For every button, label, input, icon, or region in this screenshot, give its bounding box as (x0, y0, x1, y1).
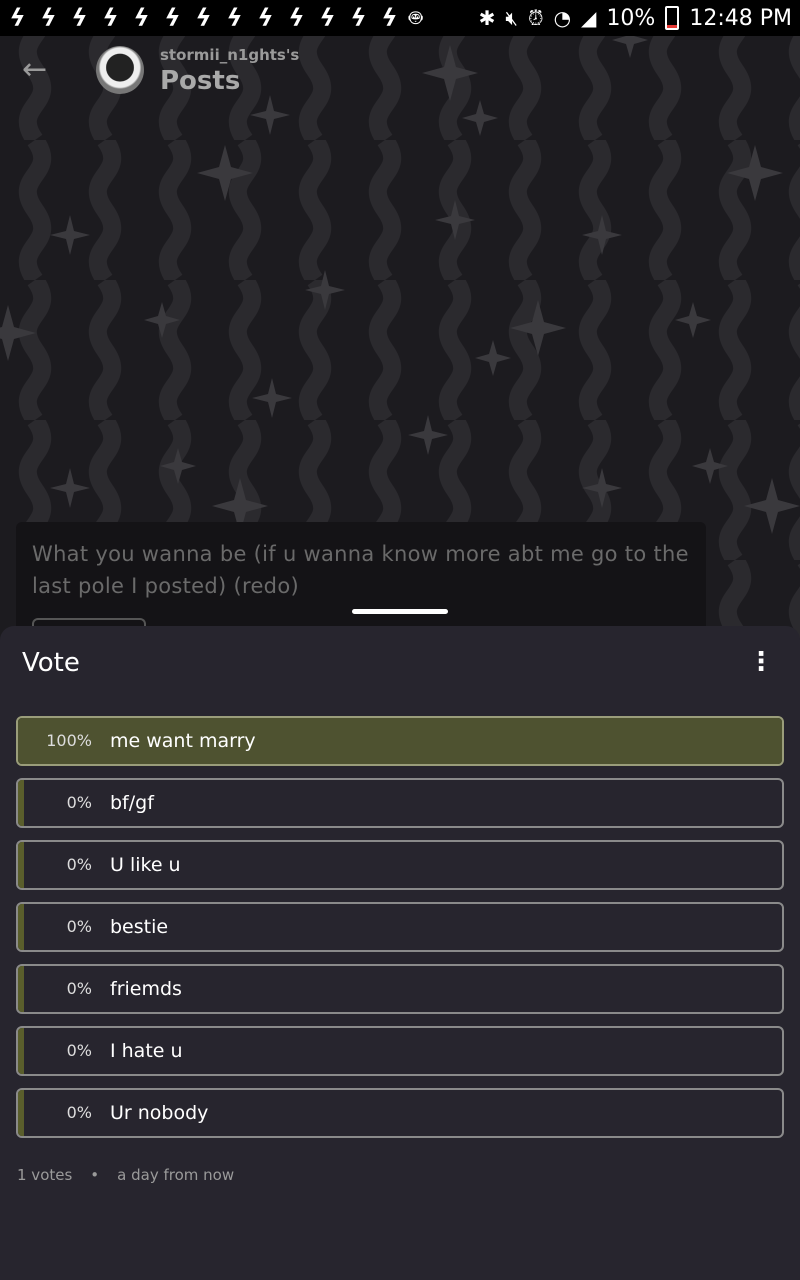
bluetooth-icon: ✱ (478, 6, 496, 30)
back-arrow-icon[interactable]: ← (22, 52, 47, 87)
poll-option[interactable]: 0% Ur nobody (16, 1088, 784, 1138)
app-header: ← stormii_n1ghts's Posts (0, 36, 800, 106)
poll-option[interactable]: 0% bf/gf (16, 778, 784, 828)
bolt-icon: ϟ (164, 4, 181, 32)
system-status: ✱ 🔇︎ ⏰︎ ◔ ◢ 10% 12:48 PM (479, 6, 800, 31)
dot-separator: • (90, 1166, 100, 1184)
bolt-icon: ϟ (288, 4, 305, 32)
poll-option[interactable]: 0% friemds (16, 964, 784, 1014)
status-bar: ϟϟϟϟϟϟϟϟϟϟϟϟϟ 🤖︎ ✱ 🔇︎ ⏰︎ ◔ ◢ 10% 12:48 P… (0, 0, 800, 36)
option-label: U like u (110, 854, 181, 876)
post-card[interactable]: What you wanna be (if u wanna know more … (16, 522, 706, 640)
wifi-icon: ◔ (553, 6, 572, 30)
poll-footer: 1 votes • a day from now (17, 1166, 234, 1184)
bolt-icon: ϟ (381, 4, 398, 32)
avatar[interactable] (96, 46, 144, 94)
bolt-icon: ϟ (9, 4, 26, 32)
bolt-icon: ϟ (319, 4, 336, 32)
more-options-icon[interactable]: ⋮ (748, 649, 774, 675)
option-percent: 0% (66, 979, 92, 998)
post-text: What you wanna be (if u wanna know more … (32, 542, 689, 598)
bolt-icon: ϟ (102, 4, 119, 32)
alarm-icon: ⏰︎ (527, 6, 544, 30)
option-label: me want marry (110, 730, 256, 752)
poll-option[interactable]: 0% I hate u (16, 1026, 784, 1076)
clock: 12:48 PM (689, 5, 792, 31)
bolt-icon: ϟ (71, 4, 88, 32)
option-label: friemds (110, 978, 182, 1000)
sheet-drag-handle[interactable] (352, 609, 448, 614)
android-icon: 🤖︎ (409, 6, 423, 31)
poll-deadline: a day from now (117, 1166, 235, 1184)
owner-name: stormii_n1ghts's (160, 46, 300, 64)
notification-icons: ϟϟϟϟϟϟϟϟϟϟϟϟϟ (0, 0, 403, 36)
bolt-icon: ϟ (226, 4, 243, 32)
option-percent: 0% (66, 1103, 92, 1122)
vote-bottom-sheet: Vote ⋮ 100% me want marry 0% bf/gf 0% U like … (0, 626, 800, 1280)
bolt-icon: ϟ (40, 4, 57, 32)
option-percent: 0% (66, 855, 92, 874)
signal-icon: ◢ (581, 6, 597, 30)
vote-count: 1 votes (17, 1166, 73, 1184)
battery-icon (665, 6, 680, 30)
bolt-icon: ϟ (257, 4, 274, 32)
poll-option[interactable]: 100% me want marry (16, 716, 784, 766)
mute-icon: 🔇︎ (505, 6, 518, 30)
option-percent: 100% (46, 731, 92, 750)
page-title: Posts (160, 66, 241, 96)
sheet-title: Vote (22, 648, 80, 678)
poll-option[interactable]: 0% U like u (16, 840, 784, 890)
option-label: bestie (110, 916, 169, 938)
option-label: bf/gf (110, 792, 154, 814)
bolt-icon: ϟ (350, 4, 367, 32)
option-percent: 0% (66, 793, 92, 812)
option-percent: 0% (66, 917, 92, 936)
option-label: Ur nobody (110, 1102, 209, 1124)
option-percent: 0% (66, 1041, 92, 1060)
poll-options: 100% me want marry 0% bf/gf 0% U like u 0% best… (16, 716, 784, 1150)
bolt-icon: ϟ (133, 4, 150, 32)
battery-percent: 10% (606, 5, 656, 31)
poll-option[interactable]: 0% bestie (16, 902, 784, 952)
option-label: I hate u (110, 1040, 183, 1062)
bolt-icon: ϟ (195, 4, 212, 32)
